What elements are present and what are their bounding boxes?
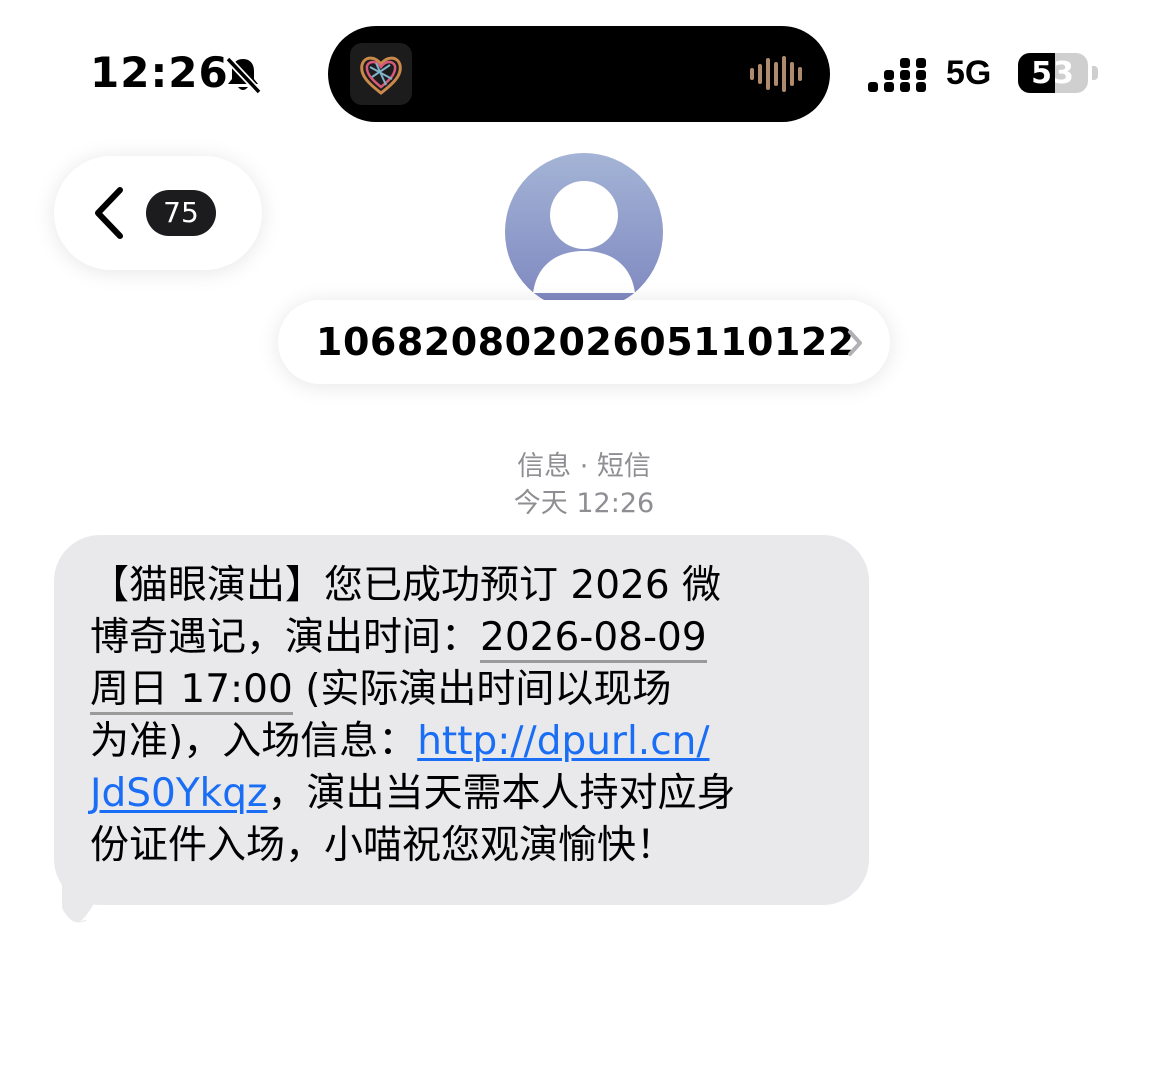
ticket-url-link[interactable]: http://dpurl.cn/: [417, 719, 709, 764]
message-text-segment: 【猫眼演出】您已成功预订 2026 微: [90, 563, 722, 608]
message-line: JdS0Ykqz，演出当天需本人持对应身: [90, 768, 850, 820]
back-button[interactable]: 75: [54, 156, 262, 270]
album-art-icon: [350, 43, 412, 105]
battery-cap: [1092, 66, 1098, 80]
ticket-url-link-continued[interactable]: JdS0Ykqz: [90, 771, 267, 816]
event-date-link[interactable]: 2026-08-09: [480, 615, 707, 663]
message-text-segment: 为准)，入场信息：: [90, 719, 418, 764]
message-timestamp: 今天 12:26: [513, 488, 655, 519]
message-line: 【猫眼演出】您已成功预订 2026 微: [90, 560, 850, 612]
message-text-segment: (实际演出时间以现场: [292, 667, 672, 712]
message-service-label: 信息 · 短信: [517, 451, 651, 482]
person-silhouette-icon: [533, 181, 635, 293]
message-text-segment: 博奇遇记，演出时间：: [90, 615, 481, 660]
battery-icon: 53: [1018, 53, 1088, 93]
dynamic-island[interactable]: [328, 26, 830, 122]
message-line: 周日 17:00 (实际演出时间以现场: [90, 664, 850, 716]
contact-name-button[interactable]: 10682080202605110122: [278, 300, 890, 384]
messages-screen: 12:26 5G 53 75 10682080202605110122 信息 ·…: [0, 0, 1168, 1080]
chevron-left-icon: [95, 187, 123, 239]
audio-waveform-icon: [750, 56, 802, 92]
message-text[interactable]: 【猫眼演出】您已成功预订 2026 微 博奇遇记，演出时间：2026-08-09…: [90, 560, 850, 872]
event-time-link[interactable]: 周日 17:00: [90, 667, 293, 715]
message-text-segment: ，演出当天需本人持对应身: [267, 771, 736, 816]
network-type: 5G: [946, 54, 992, 92]
message-text-segment: 份证件入场，小喵祝您观演愉快！: [90, 823, 676, 868]
battery-percent: 53: [1031, 56, 1075, 91]
cellular-signal-icon: [868, 58, 926, 92]
contact-avatar[interactable]: [505, 153, 663, 311]
chevron-right-icon: [848, 330, 862, 356]
sender-number: 10682080202605110122: [316, 320, 855, 364]
message-line: 为准)，入场信息：http://dpurl.cn/: [90, 716, 850, 768]
status-time: 12:26: [90, 48, 229, 97]
unread-count-badge: 75: [146, 190, 216, 236]
message-line: 份证件入场，小喵祝您观演愉快！: [90, 820, 850, 872]
message-line: 博奇遇记，演出时间：2026-08-09: [90, 612, 850, 664]
bell-slash-icon: [225, 56, 262, 95]
